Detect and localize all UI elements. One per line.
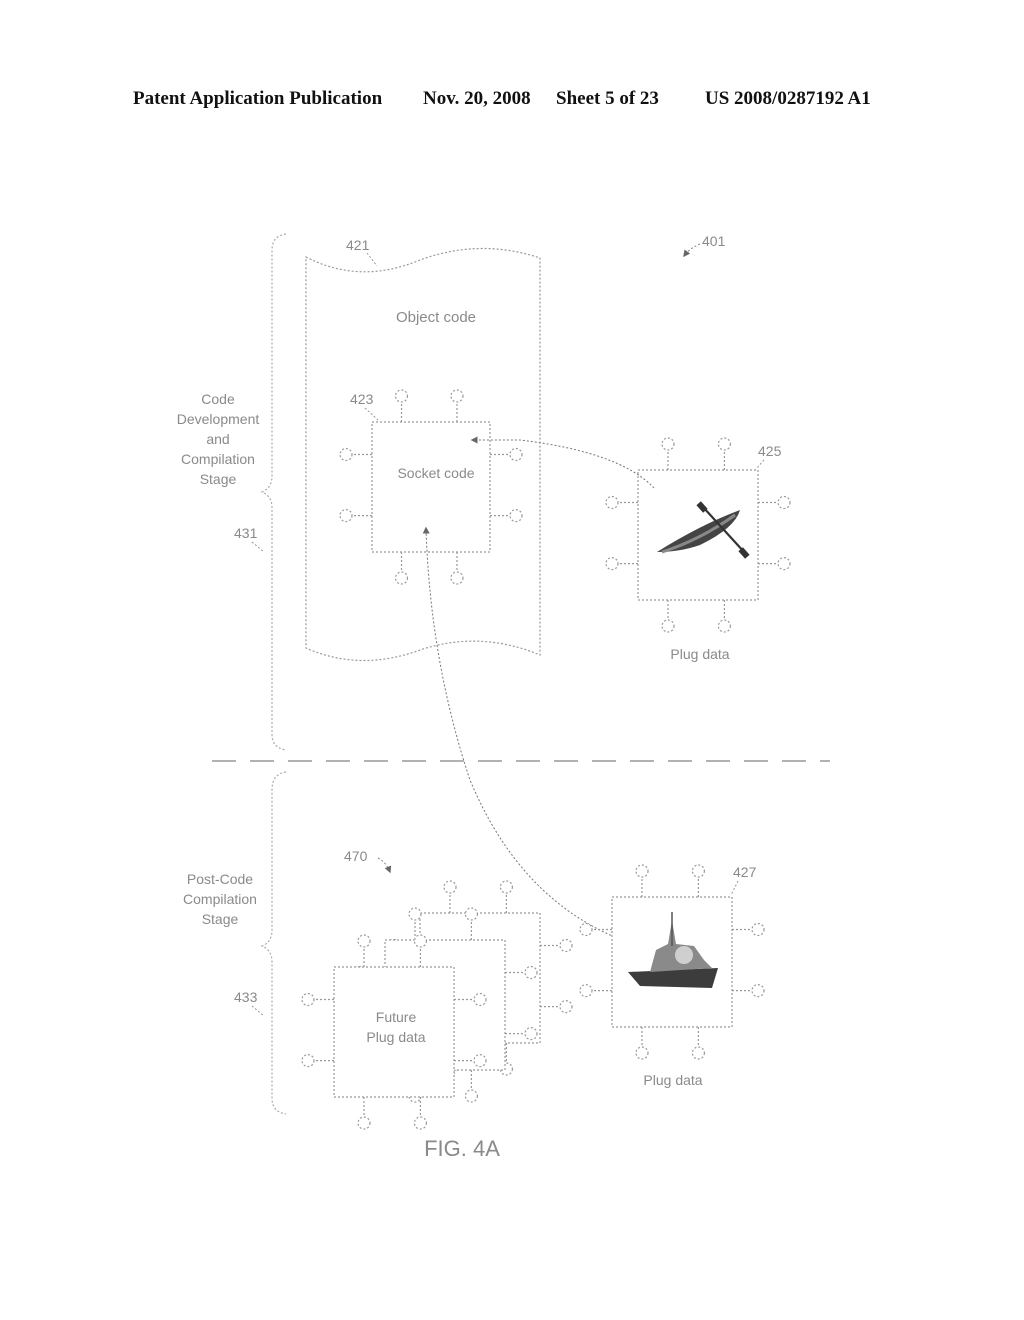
chip-pin-head bbox=[691, 864, 706, 878]
chip-pin-head bbox=[509, 508, 523, 523]
chip-body bbox=[371, 421, 491, 553]
svg-text:and: and bbox=[206, 431, 229, 447]
chip-pin-head bbox=[509, 447, 523, 462]
chip-pin-head bbox=[339, 508, 353, 523]
ref-433-leader bbox=[251, 1005, 265, 1017]
chip-pin-head bbox=[408, 907, 422, 921]
chip-pin-head bbox=[524, 1026, 538, 1041]
chip-pin-head bbox=[464, 907, 478, 921]
svg-text:Compilation: Compilation bbox=[181, 451, 255, 467]
chip-pin-head bbox=[717, 619, 732, 633]
stage-bottom-brace bbox=[260, 771, 287, 1115]
socket-code-label: Socket code bbox=[397, 465, 474, 481]
chip-pin-head bbox=[661, 437, 675, 451]
chip-pin-head bbox=[635, 1046, 649, 1060]
chip-pin-head bbox=[579, 922, 593, 937]
chip-pin-head bbox=[339, 447, 353, 462]
svg-text:Post-Code: Post-Code bbox=[187, 871, 253, 887]
chip-pin-head bbox=[691, 1046, 706, 1060]
future-plug-label-line1: Future bbox=[376, 1009, 417, 1025]
ref-423-leader bbox=[364, 407, 379, 421]
chip-pin-head bbox=[443, 880, 457, 894]
ref-470-leader bbox=[377, 857, 392, 874]
object-code-label: Object code bbox=[396, 309, 476, 326]
chip-pin-head bbox=[605, 495, 619, 510]
ref-431-leader bbox=[251, 541, 265, 553]
stage-top-brace bbox=[260, 233, 287, 751]
socket-code-ref: 423 bbox=[350, 391, 374, 407]
ref-401-leader bbox=[683, 243, 701, 258]
chip-pin-head bbox=[301, 992, 315, 1007]
future-plug-ref: 470 bbox=[344, 848, 368, 864]
chip-pin-head bbox=[777, 495, 791, 510]
chip-pin-head bbox=[499, 880, 513, 894]
ref-427-leader bbox=[730, 880, 739, 896]
plug-to-socket-arrow bbox=[470, 436, 655, 489]
svg-text:Development: Development bbox=[177, 411, 260, 427]
chip-pin-head bbox=[413, 934, 427, 948]
svg-text:Stage: Stage bbox=[202, 911, 239, 927]
future-plug-to-socket-arrow bbox=[422, 526, 623, 941]
stage-bottom-ref: 433 bbox=[234, 989, 258, 1005]
chip-pin-head bbox=[661, 619, 675, 633]
chip-pin-head bbox=[777, 556, 791, 571]
stage-top-ref: 431 bbox=[234, 525, 258, 541]
stage-top-label: Code Development and Compilation Stage bbox=[177, 391, 260, 487]
chip-pin-head bbox=[579, 983, 593, 998]
chip-pin-head bbox=[751, 983, 765, 998]
plug-top-label: Plug data bbox=[670, 646, 729, 662]
chip-pin-head bbox=[635, 864, 649, 878]
ref-425-leader bbox=[755, 459, 765, 470]
svg-text:Code: Code bbox=[201, 391, 235, 407]
chip-pin-head bbox=[605, 556, 619, 571]
svg-text:Compilation: Compilation bbox=[183, 891, 257, 907]
chip-pin-head bbox=[394, 389, 409, 403]
chip-pin-head bbox=[464, 1089, 478, 1103]
chip-pin-head bbox=[473, 1053, 487, 1068]
chip-pin-head bbox=[473, 992, 487, 1007]
chip-pin-head bbox=[559, 999, 573, 1014]
plug-bottom-label: Plug data bbox=[643, 1072, 702, 1088]
chip-pin-head bbox=[394, 571, 409, 585]
plug-bottom-ref: 427 bbox=[733, 864, 757, 880]
chip-pin-head bbox=[357, 1116, 371, 1130]
ref-421-leader bbox=[366, 252, 378, 267]
chip-pin-head bbox=[301, 1053, 315, 1068]
svg-text:Stage: Stage bbox=[200, 471, 237, 487]
figure-4a: 401 Object code 421 Socket code 423 Plug… bbox=[177, 233, 830, 1161]
chip-pin-head bbox=[717, 437, 732, 451]
chip-pin-head bbox=[357, 934, 371, 948]
chip-pin-head bbox=[413, 1116, 427, 1130]
object-code-block: Object code 421 bbox=[305, 237, 541, 662]
chip-pin-head bbox=[751, 922, 765, 937]
plug-top-ref: 425 bbox=[758, 443, 782, 459]
socket-code-chip bbox=[339, 389, 523, 585]
chip-pin-head bbox=[450, 389, 464, 403]
figure-caption: FIG. 4A bbox=[424, 1136, 500, 1161]
stage-bottom-label: Post-Code Compilation Stage bbox=[183, 871, 257, 927]
chip-pin-head bbox=[559, 938, 573, 953]
figure-ref-401: 401 bbox=[702, 233, 726, 249]
chip-pin-head bbox=[450, 571, 464, 585]
object-code-ref: 421 bbox=[346, 237, 370, 253]
future-plug-label-line2: Plug data bbox=[366, 1029, 425, 1045]
chip-pin-head bbox=[524, 965, 538, 980]
